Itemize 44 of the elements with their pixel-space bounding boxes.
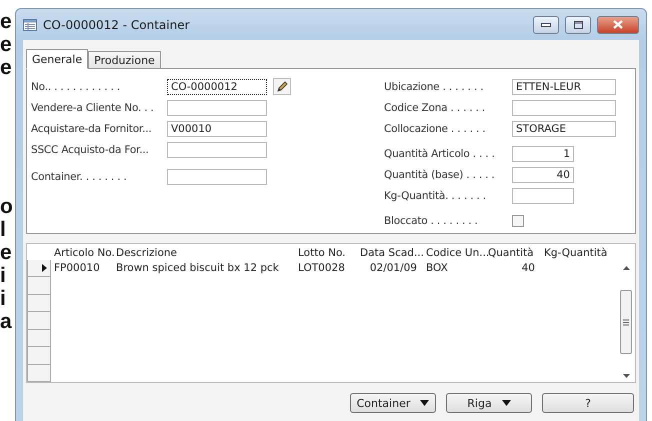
column-header[interactable]: Articolo No. <box>51 247 113 260</box>
field-label: Kg-Quantità. . . . . . . <box>384 190 487 202</box>
field-label: Quantità (base) . . . . . <box>384 168 496 180</box>
menu-button[interactable]: Container <box>350 393 436 413</box>
page-text-fragment: l <box>0 218 6 241</box>
table-cell-text: 02/01/09 <box>368 262 418 274</box>
column-header[interactable]: Descrizione <box>113 247 295 260</box>
table-cell-text: Brown spiced biscuit bx 12 pck <box>115 262 280 274</box>
field-label: SSCC Acquisto-da For... <box>31 144 150 156</box>
page-text-fragment: e <box>0 33 12 56</box>
table-cell-text: FP00010 <box>53 262 101 274</box>
input-field[interactable]: 40 <box>512 166 574 182</box>
field-label: Vendere-a Cliente No. . . <box>31 102 155 114</box>
field-label: Acquistare-da Fornitor... <box>31 122 153 134</box>
field-label: Quantità Articolo . . . . <box>384 148 496 160</box>
field-label: Container. . . . . . . . <box>31 170 128 182</box>
input-field[interactable]: V00010 <box>167 120 267 136</box>
field-label: Codice Zona . . . . . . <box>384 102 486 114</box>
field-label: Collocazione . . . . . . <box>384 122 486 134</box>
column-header[interactable]: Lotto No. <box>295 247 357 260</box>
table-cell-text: 40 <box>520 262 536 274</box>
page-text-fragment: e <box>0 56 12 79</box>
input-field[interactable]: 1 <box>512 146 574 162</box>
menu-button[interactable]: Riga <box>446 393 532 413</box>
input-field[interactable]: ETTEN-LEUR <box>512 78 616 94</box>
input-field[interactable]: CO-0000012 <box>167 78 267 94</box>
tab[interactable]: Generale <box>26 49 88 69</box>
table-cell-text: BOX <box>425 262 449 274</box>
page-text-fragment: a <box>0 310 12 333</box>
table-cell-text: LOT0028 <box>297 262 346 274</box>
column-header[interactable]: Kg-Quantità <box>541 247 607 260</box>
page-text-fragment: o <box>0 195 13 218</box>
input-field[interactable]: STORAGE <box>512 120 616 136</box>
window-title: CO-0000012 - Container <box>43 18 191 32</box>
page-text-fragment: i <box>0 287 6 310</box>
page-text-fragment: i <box>0 264 6 287</box>
column-header[interactable]: Data Scad... <box>357 247 423 260</box>
tab[interactable]: Produzione <box>88 51 161 69</box>
field-label: No.. . . . . . . . . . . . <box>31 80 121 92</box>
field-label: Ubicazione . . . . . . . <box>384 80 484 92</box>
page-text-fragment: e <box>0 241 12 264</box>
field-label: Bloccato . . . . . . . . <box>384 214 479 226</box>
menu-button[interactable]: ? <box>542 393 634 413</box>
page-text-fragment: e <box>0 10 12 33</box>
